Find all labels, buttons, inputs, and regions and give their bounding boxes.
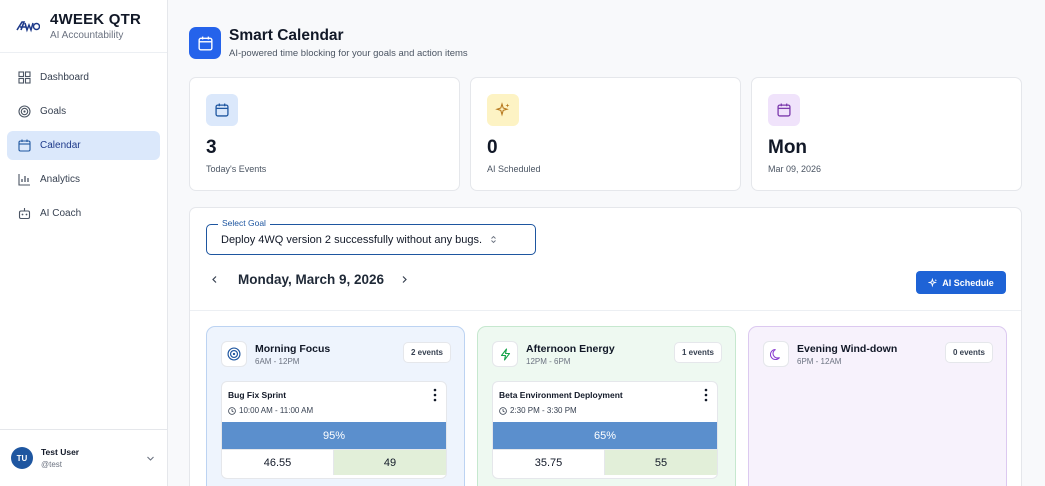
event-metric-b: 49 [334, 449, 446, 475]
divider [190, 310, 1021, 311]
sidebar-item-ai-coach[interactable]: AI Coach [7, 199, 160, 228]
event-card[interactable]: Beta Environment Deployment 2:30 PM - 3:… [492, 381, 718, 479]
event-card[interactable]: Bug Fix Sprint 10:00 AM - 11:00 AM 95% 4… [221, 381, 447, 479]
event-progress-bar: 65% [493, 422, 717, 449]
sidebar: 4WEEK QTR AI Accountability Dashboard Go… [0, 0, 168, 486]
event-count-badge: 1 events [673, 342, 722, 363]
avatar: TU [11, 447, 33, 469]
main-content: Smart Calendar AI-powered time blocking … [168, 0, 1045, 486]
event-metric-a: 35.75 [493, 449, 605, 475]
chevron-right-icon[interactable] [396, 271, 412, 287]
stat-card-ai-scheduled: 0 AI Scheduled [470, 77, 741, 191]
brand-subtitle: AI Accountability [50, 30, 124, 41]
sidebar-item-dashboard[interactable]: Dashboard [7, 63, 160, 92]
time-slot-afternoon: Afternoon Energy 12PM - 6PM 1 events Bet… [477, 326, 736, 486]
clock-icon [228, 406, 236, 415]
calendar-panel: Select Goal Deploy 4WQ version 2 success… [189, 207, 1022, 486]
event-time-row: 2:30 PM - 3:30 PM [499, 406, 577, 415]
event-metric-a: 46.55 [222, 449, 334, 475]
stat-label: Today's Events [206, 164, 267, 174]
date-navigator: Monday, March 9, 2026 [206, 271, 412, 287]
page-title: Smart Calendar [229, 27, 344, 44]
target-icon [18, 105, 31, 118]
slot-time: 12PM - 6PM [526, 356, 571, 366]
sparkles-icon [487, 94, 519, 126]
event-title: Beta Environment Deployment [499, 390, 623, 400]
time-slot-morning: Morning Focus 6AM - 12PM 2 events Bug Fi… [206, 326, 465, 486]
page-header: Smart Calendar AI-powered time blocking … [189, 27, 468, 59]
grid-icon [18, 71, 31, 84]
calendar-icon [206, 94, 238, 126]
slot-time: 6AM - 12PM [255, 356, 300, 366]
user-handle: @test [41, 460, 63, 469]
event-metrics: 35.75 55 [493, 449, 717, 475]
event-title: Bug Fix Sprint [228, 390, 287, 400]
calendar-icon [18, 139, 31, 152]
stat-label: Mar 09, 2026 [768, 164, 822, 174]
stat-value: 3 [206, 137, 217, 158]
time-slot-evening: Evening Wind-down 6PM - 12AM 0 events [748, 326, 1007, 486]
bar-chart-icon [18, 173, 31, 186]
event-time: 10:00 AM - 11:00 AM [239, 406, 314, 415]
calendar-icon [768, 94, 800, 126]
slot-name: Evening Wind-down [797, 342, 898, 355]
stat-value: Mon [768, 137, 808, 158]
stat-card-todays-events: 3 Today's Events [189, 77, 460, 191]
chevron-down-icon[interactable] [146, 454, 155, 463]
sidebar-item-label: Calendar [40, 140, 81, 151]
select-caret-icon [491, 235, 496, 244]
sidebar-nav: Dashboard Goals Calendar Analytics AI Co… [0, 53, 167, 243]
current-date: Monday, March 9, 2026 [238, 271, 385, 287]
event-count-badge: 2 events [402, 342, 451, 363]
event-time: 2:30 PM - 3:30 PM [510, 406, 577, 415]
sidebar-item-calendar[interactable]: Calendar [7, 131, 160, 160]
calendar-icon [189, 27, 221, 59]
brand-logo [16, 21, 40, 33]
sidebar-item-label: Goals [40, 106, 67, 117]
more-vertical-icon[interactable] [432, 388, 438, 402]
clock-icon [499, 406, 507, 415]
sidebar-item-label: AI Coach [40, 208, 82, 219]
slot-time: 6PM - 12AM [797, 356, 842, 366]
sidebar-item-analytics[interactable]: Analytics [7, 165, 160, 194]
event-metric-b: 55 [605, 449, 717, 475]
lightning-icon [492, 341, 518, 367]
stat-value: 0 [487, 137, 498, 158]
user-name: Test User [41, 447, 80, 457]
user-menu[interactable]: TU Test User @test [0, 429, 167, 486]
brand-title: 4WEEK QTR [50, 11, 141, 28]
more-vertical-icon[interactable] [703, 388, 709, 402]
sparkles-icon [928, 277, 938, 287]
goal-select-value: Deploy 4WQ version 2 successfully withou… [221, 233, 483, 246]
slot-name: Afternoon Energy [526, 342, 615, 355]
chevron-left-icon[interactable] [206, 271, 222, 287]
event-count-badge: 0 events [944, 342, 993, 363]
goal-select-label: Select Goal [218, 218, 270, 228]
robot-icon [18, 207, 31, 220]
target-icon [221, 341, 247, 367]
event-progress-bar: 95% [222, 422, 446, 449]
sidebar-item-goals[interactable]: Goals [7, 97, 160, 126]
sidebar-item-label: Dashboard [40, 72, 89, 83]
event-metrics: 46.55 49 [222, 449, 446, 475]
event-time-row: 10:00 AM - 11:00 AM [228, 406, 313, 415]
page-subtitle: AI-powered time blocking for your goals … [229, 48, 468, 59]
ai-schedule-label: AI Schedule [942, 277, 994, 288]
brand[interactable]: 4WEEK QTR AI Accountability [0, 0, 167, 53]
goal-select[interactable]: Select Goal Deploy 4WQ version 2 success… [206, 218, 536, 255]
stat-label: AI Scheduled [487, 164, 541, 174]
slot-name: Morning Focus [255, 342, 331, 355]
moon-icon [763, 341, 789, 367]
stat-card-date: Mon Mar 09, 2026 [751, 77, 1022, 191]
ai-schedule-button[interactable]: AI Schedule [916, 271, 1006, 294]
sidebar-item-label: Analytics [40, 174, 81, 185]
